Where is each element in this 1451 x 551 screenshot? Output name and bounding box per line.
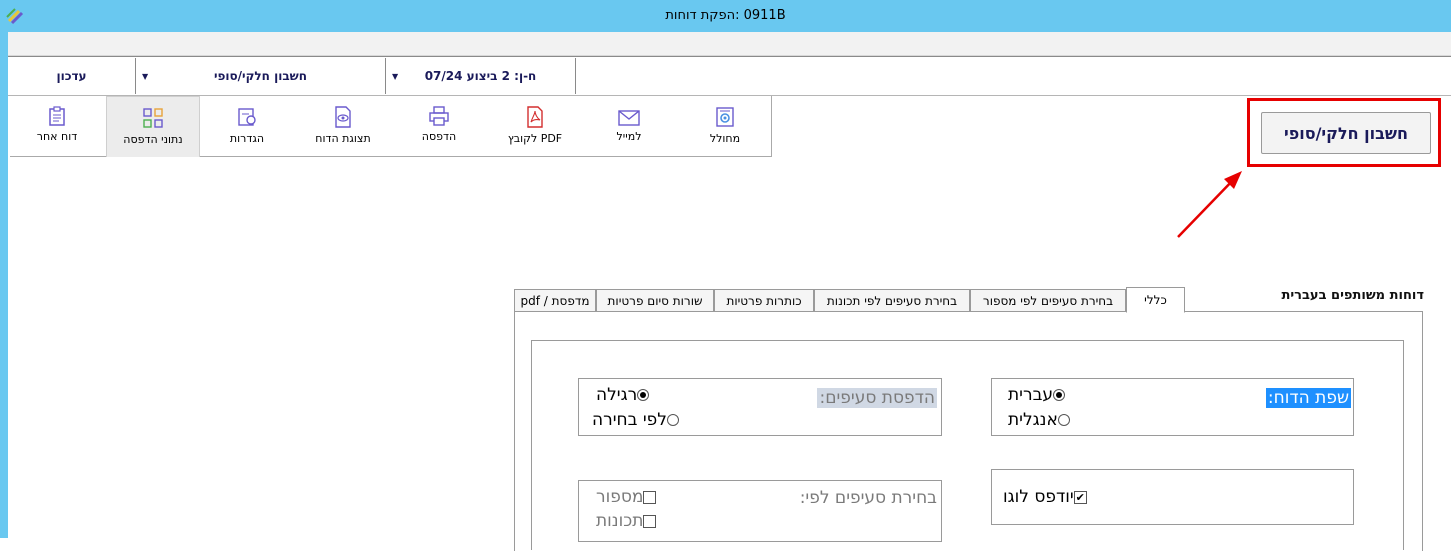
print-button[interactable]: הדפסה xyxy=(392,96,486,156)
option-label: רגילה xyxy=(596,385,638,405)
option-label: עברית xyxy=(1008,385,1054,405)
radio-button[interactable] xyxy=(1053,389,1066,401)
checkbox-label: יודפס לוגו xyxy=(1003,487,1074,507)
toolbar-label: תצוגת הדוח xyxy=(315,132,371,145)
report-language-group: שפת הדוח: עברית אנגלית xyxy=(991,378,1354,436)
title-bar: 0911B :הפקת דוחות xyxy=(0,0,1451,32)
section-selection-group: בחירת סעיפים לפי: מספור תכונות xyxy=(578,480,942,542)
print-data-button[interactable]: נתוני הדפסה xyxy=(106,96,200,157)
print-logo-checkbox[interactable]: ✔ יודפס לוגו xyxy=(997,487,1087,507)
checkbox-label: מספור xyxy=(596,487,644,507)
update-button[interactable]: עדכון xyxy=(8,58,136,94)
checkbox-label: תכונות xyxy=(596,511,644,531)
window-title: 0911B :הפקת דוחות xyxy=(665,8,786,23)
menu-bar xyxy=(8,32,1451,56)
update-label: עדכון xyxy=(56,69,87,83)
logo-group: ✔ יודפס לוגו xyxy=(991,469,1354,525)
tab-general[interactable]: כללי xyxy=(1126,287,1185,313)
radio-button[interactable] xyxy=(1057,414,1070,426)
language-hebrew-option[interactable]: עברית xyxy=(996,385,1066,405)
toolbar-label: למייל xyxy=(616,130,642,143)
tab-select-by-properties[interactable]: בחירת סעיפים לפי תכונות xyxy=(814,289,970,311)
toolbar-label: דוח אחר xyxy=(36,130,78,143)
tab-private-footer-rows[interactable]: שורות סיום פרטיות xyxy=(596,289,714,311)
option-label: לפי בחירה xyxy=(592,410,667,430)
dropdown-arrow-icon[interactable]: ▼ xyxy=(392,72,398,81)
print-sections-group: הדפסת סעיפים: רגילה לפי בחירה xyxy=(578,378,942,436)
print-by-selection-option[interactable]: לפי בחירה xyxy=(584,410,679,430)
tab-private-headers[interactable]: כותרות פרטיות xyxy=(714,289,814,311)
pdf-icon xyxy=(527,106,543,128)
checkbox[interactable] xyxy=(643,490,657,504)
language-english-option[interactable]: אנגלית xyxy=(996,410,1070,430)
select-by-number-checkbox[interactable]: מספור xyxy=(584,487,657,507)
checkbox[interactable] xyxy=(643,514,657,528)
tab-printer-pdf[interactable]: מדפסת / pdf xyxy=(514,289,596,311)
tab-label: מדפסת / pdf xyxy=(520,293,590,308)
printer-icon xyxy=(429,106,449,126)
settings-icon xyxy=(238,108,256,126)
section-title: דוחות משותפים בעברית xyxy=(1281,288,1424,303)
email-button[interactable]: למייל xyxy=(582,96,676,156)
report-preview-button[interactable]: תצוגת הדוח xyxy=(296,96,390,156)
checkbox[interactable]: ✔ xyxy=(1073,490,1087,504)
partial-final-account-button[interactable]: חשבון חלקי/סופי xyxy=(1261,112,1431,154)
grid-icon xyxy=(143,108,163,128)
settings-button[interactable]: הגדרות xyxy=(200,96,294,156)
dropdown-arrow-icon[interactable]: ▼ xyxy=(142,72,148,81)
tab-label: כללי xyxy=(1144,293,1167,307)
callout-arrow-icon xyxy=(1177,171,1242,238)
generator-button[interactable]: מחולל xyxy=(678,96,772,156)
execution-dropdown[interactable]: ▼ ח-ן: 2 ביצוע 07/24 xyxy=(386,58,576,94)
execution-value: ח-ן: 2 ביצוע 07/24 xyxy=(424,69,537,83)
window-left-border xyxy=(0,32,8,538)
print-regular-option[interactable]: רגילה xyxy=(584,385,650,405)
report-toolbar: דוח אחר נתוני הדפסה הגדרות תצוגת הדוח הד… xyxy=(10,96,772,157)
toolbar-label: נתוני הדפסה xyxy=(123,133,183,146)
other-report-button[interactable]: דוח אחר xyxy=(10,96,104,156)
selector-bar: עדכון ▼ חשבון חלקי/סופי ▼ ח-ן: 2 ביצוע 0… xyxy=(8,56,1451,96)
radio-button[interactable] xyxy=(666,414,679,426)
option-label: אנגלית xyxy=(1008,410,1058,430)
tab-label: שורות סיום פרטיות xyxy=(607,293,703,308)
preview-icon xyxy=(335,106,351,128)
toolbar-label: PDF לקובץ xyxy=(507,132,563,145)
account-type-value: חשבון חלקי/סופי xyxy=(213,69,308,83)
tab-select-by-number[interactable]: בחירת סעיפים לפי מספור xyxy=(970,289,1126,311)
tab-label: בחירת סעיפים לפי מספור xyxy=(982,293,1114,308)
select-by-properties-checkbox[interactable]: תכונות xyxy=(584,511,657,531)
toolbar-label: הדפסה xyxy=(421,130,457,143)
report-icon xyxy=(49,106,65,126)
tab-label: בחירת סעיפים לפי תכונות xyxy=(826,293,958,308)
toolbar-label: מחולל xyxy=(709,132,741,145)
report-language-label: שפת הדוח: xyxy=(1265,388,1351,408)
radio-button[interactable] xyxy=(637,389,650,401)
pdf-file-button[interactable]: PDF לקובץ xyxy=(488,96,582,156)
toolbar-label: הגדרות xyxy=(229,132,265,145)
tab-label: כותרות פרטיות xyxy=(726,293,802,308)
generator-icon xyxy=(716,107,734,127)
print-sections-label: הדפסת סעיפים: xyxy=(817,388,937,408)
account-type-dropdown[interactable]: ▼ חשבון חלקי/סופי xyxy=(136,58,386,94)
mail-icon xyxy=(618,110,640,126)
section-selection-label: בחירת סעיפים לפי: xyxy=(799,488,937,508)
